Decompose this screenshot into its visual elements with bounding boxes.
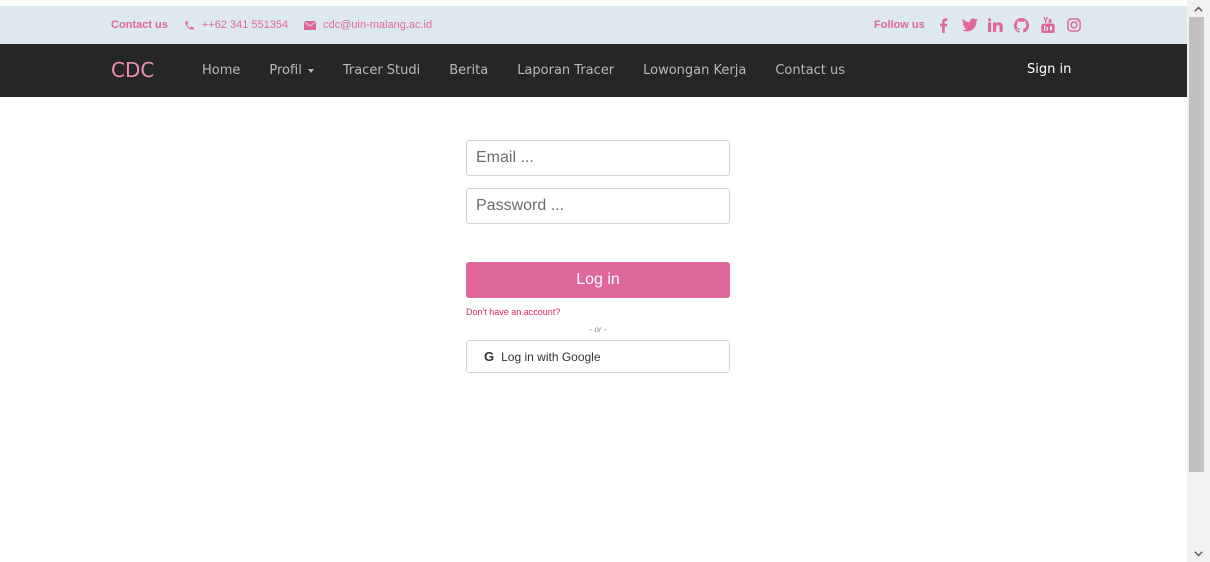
google-login-label: Log in with Google [501, 349, 601, 364]
contact-us-label: Contact us [111, 19, 168, 31]
nav-item-label: Contact us [775, 63, 846, 78]
register-link[interactable]: Don't have an account? [466, 307, 560, 317]
nav-item-laporan-tracer[interactable]: Laporan Tracer [517, 63, 614, 78]
linkedin-icon[interactable] [987, 16, 1005, 34]
nav-item-berita[interactable]: Berita [449, 63, 488, 78]
nav-item-home[interactable]: Home [202, 63, 240, 78]
login-button[interactable]: Log in [466, 262, 730, 298]
google-login-button[interactable]: G Log in with Google [466, 340, 730, 373]
facebook-icon[interactable] [935, 16, 953, 34]
nav-item-label: Tracer Studi [342, 63, 421, 78]
twitter-icon[interactable] [961, 16, 979, 34]
password-input[interactable] [466, 188, 730, 224]
or-divider: - or - [589, 325, 607, 334]
envelope-icon [304, 20, 317, 30]
youtube-icon[interactable] [1039, 16, 1057, 34]
brand-logo[interactable]: CDC [111, 58, 154, 82]
phone-icon [184, 20, 195, 31]
follow-us-label: Follow us [874, 19, 925, 31]
caret-down-icon [307, 68, 314, 73]
email-input[interactable] [466, 140, 730, 176]
page: Contact us ++62 341 551354 cdc@uin-malan… [0, 0, 1210, 562]
top-contact-bar: Contact us ++62 341 551354 cdc@uin-malan… [0, 6, 1187, 44]
social-links: Follow us [874, 6, 1091, 44]
nav-item-lowongan-kerja[interactable]: Lowongan Kerja [643, 63, 746, 78]
phone-number[interactable]: ++62 341 551354 [202, 19, 288, 31]
nav-item-label: Profil [269, 63, 302, 78]
nav-item-tracer-studi[interactable]: Tracer Studi [343, 63, 420, 78]
sign-in-link[interactable]: Sign in [1027, 62, 1071, 77]
nav-item-label: Berita [449, 63, 489, 78]
contact-info: Contact us ++62 341 551354 cdc@uin-malan… [111, 6, 448, 44]
scroll-up-icon[interactable] [1187, 0, 1210, 17]
scroll-down-icon[interactable] [1187, 545, 1210, 562]
nav-item-profil[interactable]: Profil [269, 63, 314, 78]
instagram-icon[interactable] [1065, 16, 1083, 34]
nav-item-label: Lowongan Kerja [643, 63, 747, 78]
vertical-scrollbar[interactable] [1187, 0, 1210, 562]
google-icon: G [484, 349, 495, 364]
nav-item-label: Laporan Tracer [517, 63, 615, 78]
github-icon[interactable] [1013, 16, 1031, 34]
main-navbar: CDC Home Profil Tracer Studi Berita Lapo… [0, 44, 1187, 97]
nav-item-label: Home [202, 63, 241, 78]
scrollbar-thumb[interactable] [1189, 17, 1204, 472]
contact-email[interactable]: cdc@uin-malang.ac.id [323, 19, 432, 31]
nav-item-contact-us[interactable]: Contact us [775, 63, 845, 78]
nav-menu: Home Profil Tracer Studi Berita Laporan … [202, 44, 874, 97]
